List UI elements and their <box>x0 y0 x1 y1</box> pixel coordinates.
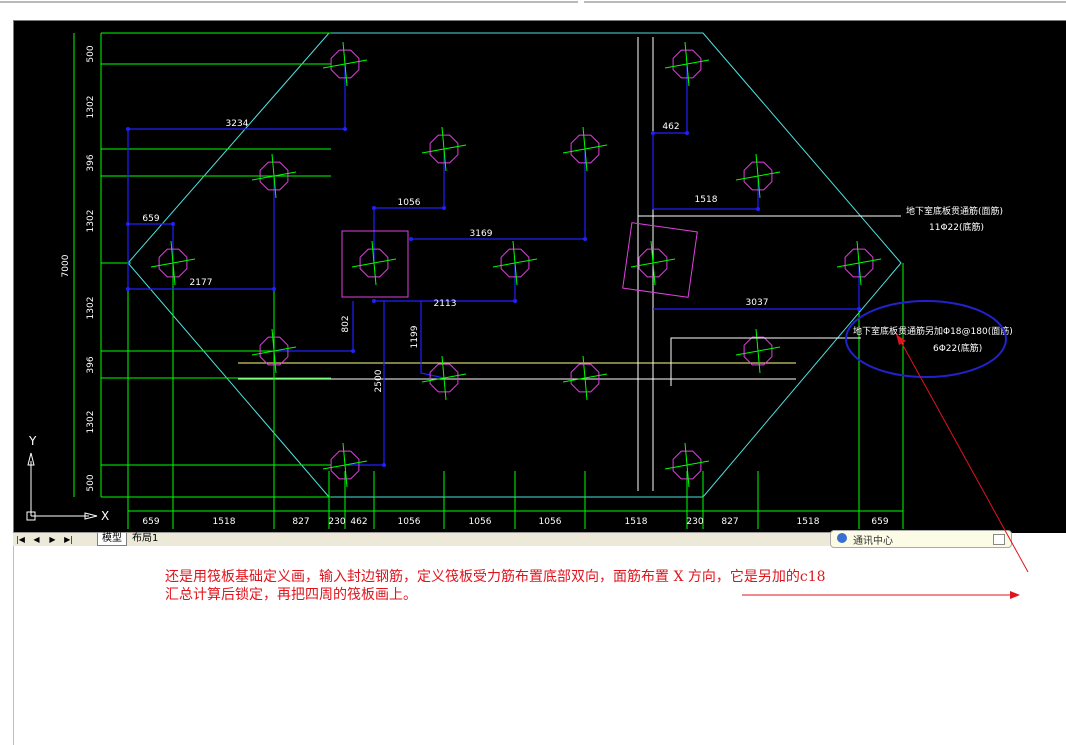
close-icon[interactable] <box>993 534 1005 545</box>
inner-dim: 659 <box>142 214 159 224</box>
bottom-dim: 827 <box>721 517 738 527</box>
left-panel <box>0 20 14 745</box>
inner-dim: 2500 <box>374 369 384 392</box>
tab-layout1[interactable]: 布局1 <box>128 533 162 545</box>
annotation-circled-line2: 6Φ22(底筋) <box>933 342 982 354</box>
bottom-dim: 462 <box>350 517 367 527</box>
left-dim: 1302 <box>86 210 96 233</box>
nav-first-button[interactable]: |◀ <box>15 534 26 545</box>
bottom-dim: 1056 <box>539 517 562 527</box>
annotation-top-line2: 11Φ22(底筋) <box>929 221 984 233</box>
highlight-circle <box>845 300 1007 378</box>
nav-next-button[interactable]: ▶ <box>47 534 58 545</box>
inner-dim: 462 <box>662 122 679 132</box>
pile <box>735 328 781 374</box>
bottom-dim: 1056 <box>398 517 421 527</box>
tab-model[interactable]: 模型 <box>97 533 127 546</box>
bottom-dim: 230 <box>328 517 345 527</box>
bottom-dim: 1518 <box>625 517 648 527</box>
inner-dim: 3169 <box>470 229 493 239</box>
note-line-1: 还是用筏板基础定义画，输入封边钢筋，定义筏板受力筋布置底部双向，面筋布置 X 方… <box>165 569 826 585</box>
inner-dim: 1518 <box>695 195 718 205</box>
bottom-dim: 1518 <box>213 517 236 527</box>
inner-dim: 2113 <box>434 299 457 309</box>
inner-dim: 3234 <box>226 119 249 129</box>
bottom-dim: 230 <box>686 517 703 527</box>
note-line-2: 汇总计算后锁定，再把四周的筏板画上。 <box>165 587 417 603</box>
inner-dim: 802 <box>341 315 351 332</box>
top-bar-divider <box>584 1 1066 3</box>
annotation-circled-line1: 地下室底板贯通筋另加Φ18@180(面筋) <box>853 325 1013 337</box>
left-dim: 396 <box>86 154 96 171</box>
inner-dim: 2177 <box>190 278 213 288</box>
bottom-dim: 659 <box>871 517 888 527</box>
top-bar-divider <box>0 1 578 3</box>
total-dim: 7000 <box>61 254 71 277</box>
layout-tab-bar: |◀ ◀ ▶ ▶| 模型 布局1 <box>13 532 833 546</box>
red-arrowhead <box>1010 591 1020 599</box>
axis-x-label: X <box>101 509 109 523</box>
nav-prev-button[interactable]: ◀ <box>31 534 42 545</box>
left-dim: 1302 <box>86 411 96 434</box>
left-dim: 500 <box>86 45 96 62</box>
inner-dim: 1056 <box>398 198 421 208</box>
inner-dim: 3037 <box>746 298 769 308</box>
pile-cap <box>341 230 409 298</box>
axis-y-label: Y <box>28 434 37 448</box>
raft-foundation-drawing: 500 1302 396 1302 1302 396 1302 500 7000… <box>26 32 1013 529</box>
bottom-dim: 1056 <box>469 517 492 527</box>
notification-balloon[interactable]: 通讯中心 <box>830 530 1012 548</box>
cad-drawing-canvas[interactable]: 500 1302 396 1302 1302 396 1302 500 7000… <box>13 20 1066 533</box>
leader-dots <box>126 127 861 467</box>
annotation-top-line1: 地下室底板贯通筋(面筋) <box>906 205 1003 217</box>
bottom-dim: 659 <box>142 517 159 527</box>
left-dimension-chain <box>73 32 331 498</box>
bottom-dimension-chain <box>127 181 904 529</box>
left-dim: 396 <box>86 356 96 373</box>
info-icon <box>837 533 847 543</box>
window-top-bar <box>0 0 1066 20</box>
bottom-dim: 827 <box>292 517 309 527</box>
left-dim: 1302 <box>86 96 96 119</box>
bottom-dim: 1518 <box>797 517 820 527</box>
left-dim: 500 <box>86 474 96 491</box>
pile-cap <box>622 222 698 298</box>
left-dim: 1302 <box>86 297 96 320</box>
nav-last-button[interactable]: ▶| <box>63 534 74 545</box>
pile-group <box>150 41 882 488</box>
notification-text: 通讯中心 <box>853 536 893 547</box>
inner-dim: 1199 <box>410 325 420 348</box>
